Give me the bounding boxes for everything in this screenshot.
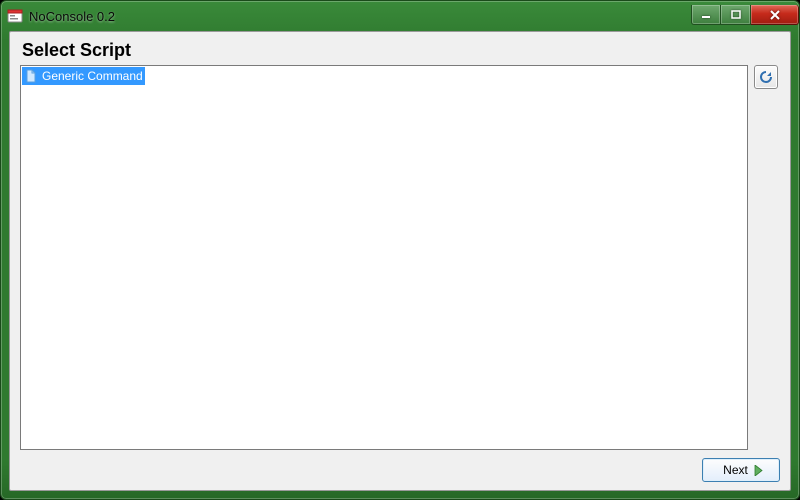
window-frame: NoConsole 0.2 Select Script bbox=[0, 0, 800, 500]
close-icon bbox=[769, 10, 781, 20]
close-button[interactable] bbox=[751, 5, 799, 25]
play-icon bbox=[754, 465, 763, 476]
next-button-label: Next bbox=[723, 463, 748, 477]
app-icon bbox=[7, 8, 23, 24]
script-item-label: Generic Command bbox=[42, 69, 143, 83]
window-controls bbox=[691, 5, 799, 25]
file-icon bbox=[24, 69, 38, 83]
script-list[interactable]: Generic Command bbox=[20, 65, 748, 450]
client-area: Select Script Generic Command bbox=[9, 31, 791, 491]
page-title: Select Script bbox=[22, 40, 780, 61]
maximize-button[interactable] bbox=[721, 5, 751, 25]
minimize-icon bbox=[701, 10, 711, 20]
refresh-button[interactable] bbox=[754, 65, 778, 89]
minimize-button[interactable] bbox=[691, 5, 721, 25]
maximize-icon bbox=[731, 10, 741, 20]
next-button[interactable]: Next bbox=[702, 458, 780, 482]
refresh-icon bbox=[758, 69, 774, 85]
refresh-column bbox=[754, 65, 780, 450]
script-item-generic-command[interactable]: Generic Command bbox=[22, 67, 145, 85]
body-row: Generic Command bbox=[20, 65, 780, 450]
footer: Next bbox=[20, 450, 780, 482]
titlebar[interactable]: NoConsole 0.2 bbox=[1, 1, 799, 31]
window-title: NoConsole 0.2 bbox=[29, 9, 691, 24]
